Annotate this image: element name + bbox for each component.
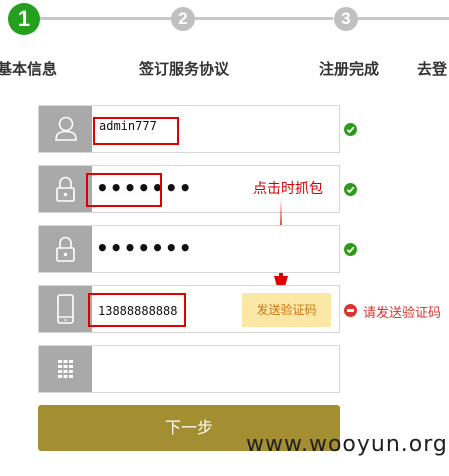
step-4-label[interactable]: 去登 [417,58,447,79]
step-3-label: 注册完成 [319,60,380,78]
step-line-3 [357,17,449,20]
confirm-password-field[interactable]: ••••••• [38,225,340,273]
keypad-icon [39,346,92,392]
phone-highlight-box [88,293,186,327]
confirm-password-valid-icon [344,243,357,256]
step-1-circle: 1 [8,3,40,35]
send-code-button[interactable]: 发送验证码 [242,293,331,327]
step-1-label: 基本信息 [0,60,58,78]
phone-error-icon [344,304,357,317]
password-valid-icon [344,183,357,196]
username-highlight-box [93,117,179,145]
step-2-label: 签订服务协议 [139,60,230,78]
lock-icon [39,166,92,212]
sms-code-field[interactable] [38,345,340,393]
step-3-circle: 3 [334,7,358,31]
annotation-text: 点击时抓包 [253,181,323,197]
password-highlight-box [86,173,162,207]
phone-error-message: 请发送验证码 [363,306,442,321]
step-line-1 [36,17,172,20]
step-line-2 [195,17,333,20]
phone-icon [39,286,92,332]
step-2-circle: 2 [171,7,195,31]
username-field[interactable]: admin777 [38,105,340,153]
watermark: www.wooyun.org [246,432,448,457]
username-valid-icon [344,123,357,136]
confirm-password-value: ••••••• [96,236,193,260]
lock-icon [39,226,92,272]
user-icon [39,106,92,152]
